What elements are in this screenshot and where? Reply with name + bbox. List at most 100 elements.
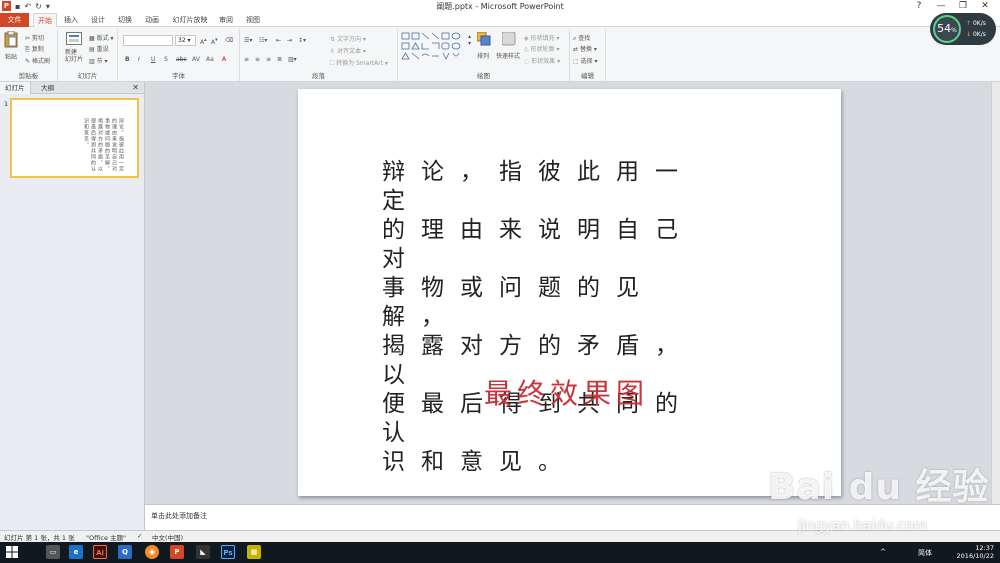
start-icon[interactable] <box>6 546 18 558</box>
clock[interactable]: 12:37 2016/10/22 <box>957 544 994 560</box>
font-group: 32 ▾ A▴ A▾ ⌫ B I U S abc AV Aa A 字体 <box>118 29 240 81</box>
clear-format-icon[interactable]: ⌫ <box>225 37 233 44</box>
minimize-icon[interactable]: — <box>930 0 952 12</box>
shape-effects-button[interactable]: ◌ 形状效果 ▾ <box>524 56 560 65</box>
close-pane-icon[interactable]: ✕ <box>132 82 139 94</box>
layout-button[interactable]: ▦ 版式 ▾ <box>89 33 114 42</box>
text-direction-label: 文字方向 <box>336 36 361 43</box>
change-case-icon[interactable]: Aa <box>206 56 214 63</box>
arrange-button[interactable]: 排列 <box>477 51 489 60</box>
slide-number: 1 <box>4 100 9 108</box>
strikethrough-icon[interactable]: abc <box>176 56 187 63</box>
shadow-icon[interactable]: S <box>164 56 168 63</box>
photoshop-icon[interactable]: Ps <box>221 545 235 559</box>
tab-design[interactable]: 设计 <box>87 13 109 27</box>
bullets-icon[interactable]: ☰▾ <box>244 37 252 44</box>
align-text-button[interactable]: ⇳ 对齐文本 ▾ <box>330 46 366 55</box>
pane-tabs: 幻灯片 大纲 ✕ <box>0 82 144 94</box>
font-size-select[interactable]: 32 ▾ <box>175 35 196 46</box>
underline-icon[interactable]: U <box>151 56 155 63</box>
shape-fill-button[interactable]: ◈ 形状填充 ▾ <box>524 33 559 42</box>
tab-slideshow[interactable]: 幻灯片放映 <box>169 13 211 27</box>
tab-home[interactable]: 开始 <box>33 13 57 28</box>
editing-group: ⌕ 查找 ⇄ 替换 ▾ ⬚ 选择 ▾ 编辑 <box>570 29 606 81</box>
edge-icon[interactable]: e <box>69 545 83 559</box>
paste-icon[interactable] <box>4 31 18 48</box>
slide-body-text[interactable]: 辩论，指彼此用一定 的理由来说明自己对 事物或问题的见解， 揭露对方的矛盾，以 … <box>382 158 722 477</box>
network-speed-widget[interactable]: 54% ↑ 0K/s ↓ 0K/s <box>930 13 996 45</box>
vertical-scrollbar[interactable] <box>991 82 1000 504</box>
columns-icon[interactable]: ▥▾ <box>288 56 297 63</box>
task-view-icon[interactable]: ▭ <box>46 545 60 559</box>
app-icon[interactable]: ◣ <box>196 545 210 559</box>
tab-file[interactable]: 文件 <box>0 13 29 27</box>
format-painter-button[interactable]: ✎ 格式刷 <box>25 56 50 65</box>
ime-indicator[interactable]: 简体 <box>918 548 932 558</box>
find-icon: ⌕ <box>573 35 577 42</box>
tab-animations[interactable]: 动画 <box>141 13 163 27</box>
copy-button[interactable]: ⎘ 复制 <box>25 44 44 54</box>
shapes-gallery[interactable] <box>401 32 467 62</box>
font-family-select[interactable] <box>123 35 173 46</box>
slide-text-line: 的理由来说明自己对 <box>382 217 694 272</box>
text-direction-button[interactable]: ⇅ 文字方向 ▾ <box>330 34 366 43</box>
reset-label: 重设 <box>96 46 109 53</box>
tray-overflow-icon[interactable]: ^ <box>880 548 886 556</box>
download-arrow-icon: ↓ <box>966 31 972 38</box>
restore-icon[interactable]: ❐ <box>952 0 974 12</box>
char-spacing-icon[interactable]: AV <box>192 56 200 63</box>
cut-button[interactable]: ✂ 剪切 <box>25 33 44 42</box>
shrink-font-icon[interactable]: A▾ <box>211 37 218 46</box>
quick-styles-icon[interactable] <box>502 32 516 46</box>
paragraph-group: ☰▾ ☷▾ ⇤ ⇥ ↕▾ ≡ ≡ ≡ ≣ ▥▾ ⇅ 文字方向 ▾ ⇳ 对齐文本 … <box>240 29 398 81</box>
shape-outline-button[interactable]: ◇ 形状轮廓 ▾ <box>524 44 559 53</box>
powerpoint-window: P ▪ ↶ ↻ ▾ 阐题.pptx - Microsoft PowerPoint… <box>0 0 1000 563</box>
language[interactable]: 中文(中国) <box>152 532 183 542</box>
increase-indent-icon[interactable]: ⇥ <box>287 37 292 44</box>
tab-view[interactable]: 视图 <box>242 13 264 27</box>
spellcheck-icon[interactable]: ✓ <box>137 532 142 540</box>
quick-styles-button[interactable]: 快速样式 <box>496 51 520 60</box>
find-button[interactable]: ⌕ 查找 <box>573 33 590 43</box>
slide-thumbnail[interactable]: 辩论，指彼此用一定的理由来说明自己对事物或问题的见解，揭露对方的矛盾，以便最后得… <box>10 98 139 178</box>
help-icon[interactable]: ? <box>908 0 930 12</box>
shapes-scroll-icon[interactable]: ▴ ▾ <box>468 33 471 47</box>
browser-icon[interactable]: Q <box>118 545 132 559</box>
clock-time: 12:37 <box>975 544 994 552</box>
italic-icon[interactable]: I <box>138 56 140 63</box>
decrease-indent-icon[interactable]: ⇤ <box>276 37 281 44</box>
font-color-icon[interactable]: A <box>222 56 226 63</box>
justify-icon[interactable]: ≣ <box>277 56 282 63</box>
line-spacing-icon[interactable]: ↕▾ <box>298 37 306 44</box>
powerpoint-taskbar-icon[interactable]: P <box>170 545 184 559</box>
convert-smartart-button[interactable]: ⛶ 转换为 SmartArt ▾ <box>330 58 388 68</box>
grow-font-icon[interactable]: A▴ <box>200 37 207 46</box>
bold-icon[interactable]: B <box>125 56 130 63</box>
tab-slides[interactable]: 幻灯片 <box>0 82 31 94</box>
new-slide-button[interactable]: 新建 幻灯片 <box>65 49 83 63</box>
shape-fill-label: 形状填充 <box>530 35 555 42</box>
misc-app-icon[interactable]: ▦ <box>247 545 261 559</box>
illustrator-icon[interactable]: Ai <box>93 545 107 559</box>
find-label: 查找 <box>578 35 591 42</box>
reset-button[interactable]: ▤ 重设 <box>89 44 109 53</box>
close-icon[interactable]: ✕ <box>974 0 996 12</box>
tab-review[interactable]: 审阅 <box>215 13 237 27</box>
new-slide-icon[interactable] <box>66 32 82 46</box>
select-button[interactable]: ⬚ 选择 ▾ <box>573 56 598 65</box>
replace-button[interactable]: ⇄ 替换 ▾ <box>573 44 597 53</box>
arrange-icon[interactable] <box>477 32 491 46</box>
firefox-icon[interactable]: ◉ <box>145 545 159 559</box>
slide-caption[interactable]: 最终效果图 <box>484 372 649 412</box>
numbering-icon[interactable]: ☷▾ <box>259 37 267 44</box>
tab-insert[interactable]: 插入 <box>60 13 82 27</box>
section-button[interactable]: ▥ 节 ▾ <box>89 56 108 65</box>
align-right-icon[interactable]: ≡ <box>266 56 271 63</box>
slide-text-line: 事物或问题的见解， <box>382 275 655 330</box>
tab-transitions[interactable]: 切换 <box>114 13 136 27</box>
tab-outline[interactable]: 大纲 <box>36 82 59 94</box>
align-left-icon[interactable]: ≡ <box>244 56 249 63</box>
slide-canvas[interactable]: 辩论，指彼此用一定 的理由来说明自己对 事物或问题的见解， 揭露对方的矛盾，以 … <box>298 89 841 496</box>
align-center-icon[interactable]: ≡ <box>255 56 260 63</box>
paste-button[interactable]: 粘贴 <box>5 52 17 61</box>
